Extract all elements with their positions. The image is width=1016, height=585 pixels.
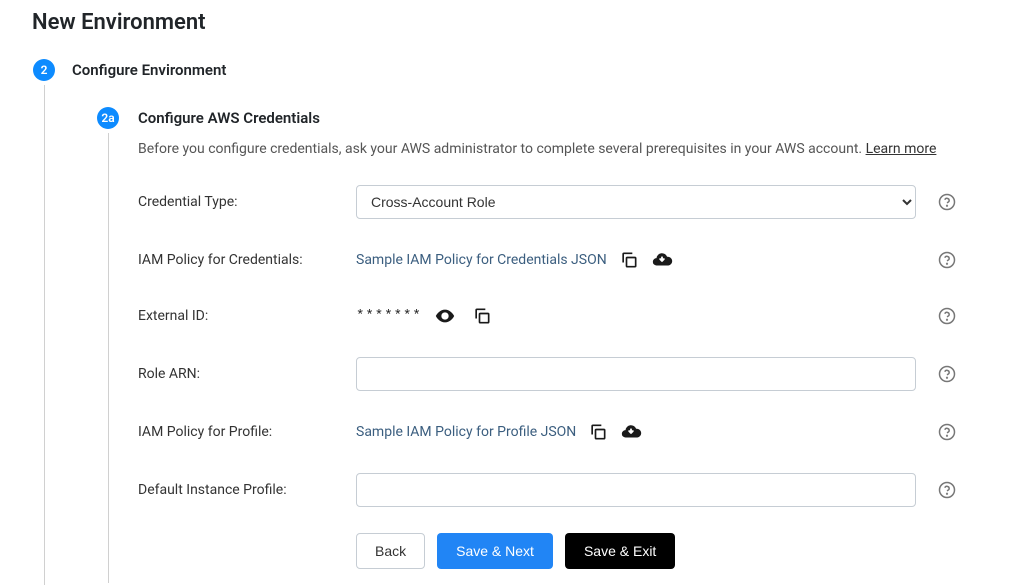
save-next-button[interactable]: Save & Next bbox=[437, 533, 553, 569]
substep-title: Configure AWS Credentials bbox=[138, 109, 984, 127]
role-arn-input[interactable] bbox=[356, 357, 916, 391]
help-icon[interactable] bbox=[938, 365, 956, 383]
back-button[interactable]: Back bbox=[356, 533, 425, 569]
credential-type-select[interactable]: Cross-Account Role bbox=[356, 185, 916, 219]
copy-icon[interactable] bbox=[472, 306, 492, 326]
step-number-badge: 2 bbox=[33, 59, 55, 81]
substep-connector-line bbox=[108, 133, 109, 583]
substep-number-badge: 2a bbox=[97, 107, 119, 129]
external-id-value: ******* bbox=[356, 308, 422, 324]
role-arn-label: Role ARN: bbox=[138, 366, 356, 382]
default-instance-profile-input[interactable] bbox=[356, 473, 916, 507]
learn-more-link[interactable]: Learn more bbox=[866, 141, 937, 157]
intro-text: Before you configure credentials, ask yo… bbox=[138, 141, 866, 157]
iam-policy-profile-label: IAM Policy for Profile: bbox=[138, 424, 356, 440]
help-icon[interactable] bbox=[938, 423, 956, 441]
substep-intro: Before you configure credentials, ask yo… bbox=[138, 141, 984, 157]
iam-policy-credentials-link[interactable]: Sample IAM Policy for Credentials JSON bbox=[356, 252, 607, 268]
copy-icon[interactable] bbox=[619, 250, 639, 270]
save-exit-button[interactable]: Save & Exit bbox=[565, 533, 675, 569]
copy-icon[interactable] bbox=[588, 422, 608, 442]
help-icon[interactable] bbox=[938, 481, 956, 499]
step-title: Configure Environment bbox=[72, 61, 984, 79]
step-connector-line bbox=[44, 85, 45, 585]
default-instance-profile-label: Default Instance Profile: bbox=[138, 482, 356, 498]
iam-policy-profile-link[interactable]: Sample IAM Policy for Profile JSON bbox=[356, 424, 576, 440]
eye-icon[interactable] bbox=[434, 305, 456, 327]
cloud-download-icon[interactable] bbox=[620, 421, 642, 443]
cloud-download-icon[interactable] bbox=[651, 249, 673, 271]
help-icon[interactable] bbox=[938, 251, 956, 269]
page-title: New Environment bbox=[32, 10, 984, 35]
external-id-label: External ID: bbox=[138, 308, 356, 324]
credential-type-label: Credential Type: bbox=[138, 194, 356, 210]
help-icon[interactable] bbox=[938, 193, 956, 211]
help-icon[interactable] bbox=[938, 307, 956, 325]
iam-policy-credentials-label: IAM Policy for Credentials: bbox=[138, 252, 356, 268]
